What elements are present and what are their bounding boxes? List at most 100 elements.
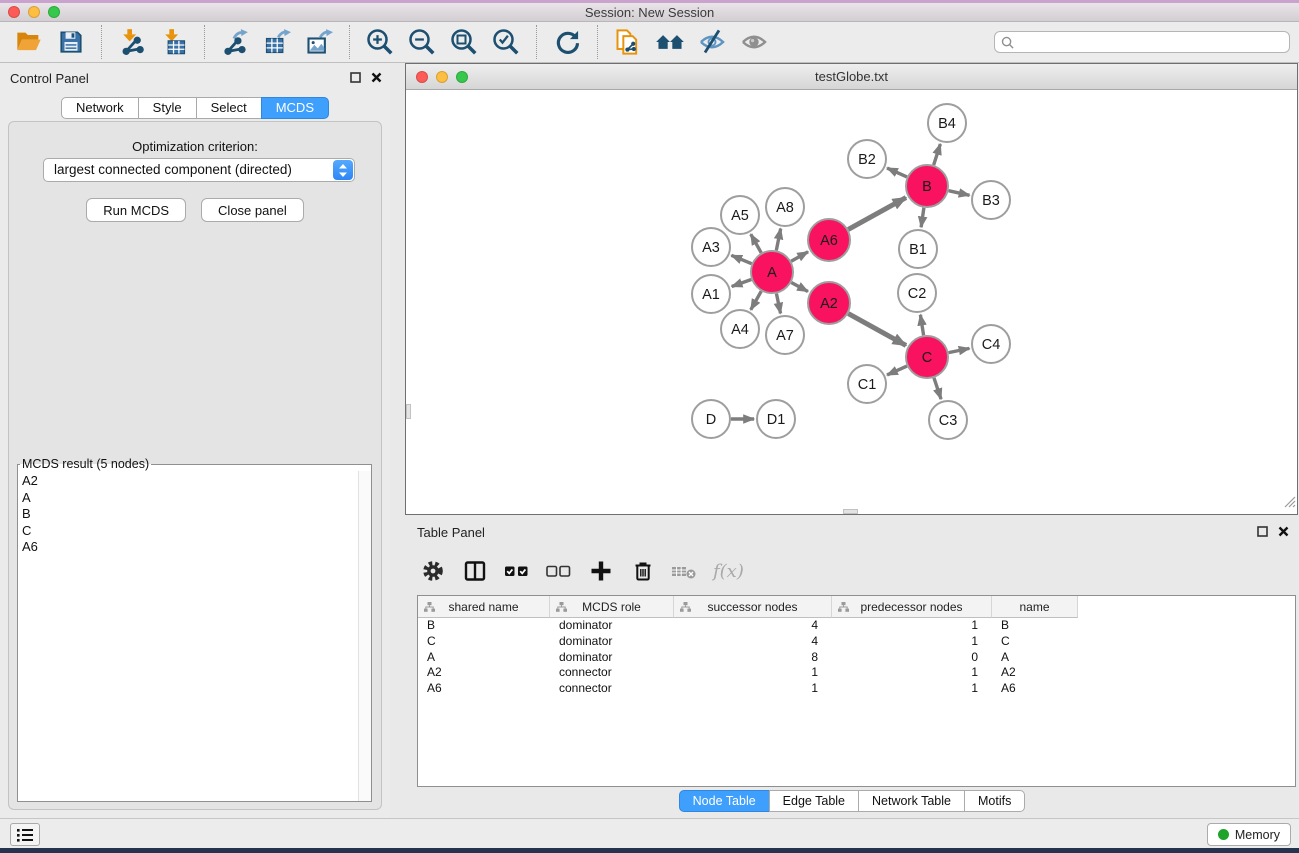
result-item[interactable]: C — [22, 523, 358, 540]
tab-select[interactable]: Select — [196, 97, 262, 119]
column-header-successor-nodes[interactable]: successor nodes — [674, 596, 832, 618]
zoom-selected-icon[interactable] — [490, 26, 522, 58]
tab-network[interactable]: Network — [61, 97, 139, 119]
table-cell[interactable]: A6 — [418, 681, 550, 697]
column-header-name[interactable]: name — [992, 596, 1078, 618]
tab-motifs[interactable]: Motifs — [964, 790, 1025, 812]
criterion-select[interactable]: largest connected component (directed) — [43, 158, 355, 182]
home-icon[interactable] — [654, 26, 686, 58]
table-cell[interactable]: B — [418, 618, 550, 634]
tab-network-table[interactable]: Network Table — [858, 790, 965, 812]
graph-edge-B-B2[interactable] — [887, 168, 907, 177]
bottom-splitter-handle[interactable] — [843, 509, 858, 514]
table-cell[interactable]: A — [992, 650, 1078, 666]
refresh-icon[interactable] — [551, 26, 583, 58]
network-canvas[interactable]: B4B2BB3A5A8A6A3AB1A1C2A2A4A7C4CC1DD1C3 — [406, 90, 1297, 514]
tab-edge-table[interactable]: Edge Table — [769, 790, 859, 812]
graph-edge-B-B3[interactable] — [948, 191, 969, 196]
table-header-row[interactable]: shared nameMCDS rolesuccessor nodesprede… — [418, 596, 1295, 618]
open-file-icon[interactable] — [13, 26, 45, 58]
export-network-icon[interactable] — [219, 26, 251, 58]
table-row[interactable]: Adominator80A — [418, 650, 1295, 666]
column-header-predecessor-nodes[interactable]: predecessor nodes — [832, 596, 992, 618]
hide-details-icon[interactable] — [696, 26, 728, 58]
graph-edge-C-C1[interactable] — [887, 366, 907, 375]
table-cell[interactable]: 1 — [832, 618, 992, 634]
network-window-titlebar[interactable]: testGlobe.txt — [406, 64, 1297, 90]
table-cell[interactable]: A — [418, 650, 550, 666]
minimize-view-icon[interactable] — [436, 71, 448, 83]
column-header-shared-name[interactable]: shared name — [418, 596, 550, 618]
deselect-all-icon[interactable] — [545, 557, 573, 585]
graph-edge-B-B4[interactable] — [934, 144, 941, 165]
table-cell[interactable]: 1 — [832, 665, 992, 681]
search-field[interactable] — [994, 31, 1290, 53]
graph-edge-A-A3[interactable] — [731, 255, 751, 263]
graph-edge-A-A2[interactable] — [791, 283, 808, 292]
import-table-icon[interactable] — [158, 26, 190, 58]
graph-edge-C-C4[interactable] — [949, 348, 970, 352]
zoom-fit-icon[interactable] — [448, 26, 480, 58]
run-mcds-button[interactable]: Run MCDS — [86, 198, 186, 222]
table-cell[interactable]: A6 — [992, 681, 1078, 697]
window-controls[interactable] — [8, 6, 60, 18]
table-cell[interactable]: 1 — [832, 634, 992, 650]
table-cell[interactable]: connector — [550, 681, 674, 697]
graph-edge-B-B1[interactable] — [921, 208, 924, 227]
add-icon[interactable] — [587, 557, 615, 585]
table-body[interactable]: Bdominator41BCdominator41CAdominator80AA… — [418, 618, 1295, 697]
float-panel-icon[interactable] — [350, 72, 361, 83]
table-cell[interactable]: A2 — [992, 665, 1078, 681]
table-cell[interactable]: 4 — [674, 634, 832, 650]
save-session-icon[interactable] — [55, 26, 87, 58]
graph-edge-A-A7[interactable] — [776, 294, 780, 314]
task-history-button[interactable] — [10, 823, 40, 846]
table-cell[interactable]: dominator — [550, 650, 674, 666]
left-splitter-handle[interactable] — [406, 404, 411, 419]
close-panel-icon[interactable] — [371, 72, 382, 83]
table-row[interactable]: Cdominator41C — [418, 634, 1295, 650]
column-header-MCDS-role[interactable]: MCDS role — [550, 596, 674, 618]
table-cell[interactable]: C — [992, 634, 1078, 650]
graph-edge-A6-B[interactable] — [848, 198, 906, 230]
result-scrollbar[interactable] — [358, 471, 371, 801]
graph-edge-A-A4[interactable] — [751, 291, 761, 310]
search-input[interactable] — [1014, 35, 1289, 50]
table-cell[interactable]: 1 — [674, 665, 832, 681]
table-cell[interactable]: B — [992, 618, 1078, 634]
node-table[interactable]: shared nameMCDS rolesuccessor nodesprede… — [417, 595, 1296, 787]
new-session-icon[interactable] — [612, 26, 644, 58]
table-cell[interactable]: C — [418, 634, 550, 650]
graph-edge-C-C3[interactable] — [934, 378, 941, 399]
graph-edge-A-A6[interactable] — [791, 252, 808, 261]
resize-grip-icon[interactable] — [1283, 495, 1296, 513]
result-item[interactable]: A — [22, 490, 358, 507]
float-table-panel-icon[interactable] — [1257, 526, 1268, 537]
tab-style[interactable]: Style — [138, 97, 197, 119]
graph-edge-A-A8[interactable] — [776, 229, 780, 251]
zoom-out-icon[interactable] — [406, 26, 438, 58]
zoom-view-icon[interactable] — [456, 71, 468, 83]
memory-button[interactable]: Memory — [1207, 823, 1291, 846]
show-details-icon[interactable] — [738, 26, 770, 58]
table-cell[interactable]: 1 — [674, 681, 832, 697]
graph-edge-A2-C[interactable] — [848, 314, 906, 346]
table-cell[interactable]: 8 — [674, 650, 832, 666]
zoom-in-icon[interactable] — [364, 26, 396, 58]
table-cell[interactable]: A2 — [418, 665, 550, 681]
delete-table-icon[interactable] — [671, 557, 699, 585]
tab-mcds[interactable]: MCDS — [261, 97, 329, 119]
select-all-icon[interactable] — [503, 557, 531, 585]
export-table-icon[interactable] — [261, 26, 293, 58]
column-icon[interactable] — [461, 557, 489, 585]
graph-edge-A-A1[interactable] — [732, 279, 752, 286]
gear-icon[interactable] — [419, 557, 447, 585]
close-panel-button[interactable]: Close panel — [201, 198, 304, 222]
zoom-window-icon[interactable] — [48, 6, 60, 18]
close-table-panel-icon[interactable] — [1278, 526, 1289, 537]
graph-edge-A-A5[interactable] — [751, 234, 761, 253]
table-cell[interactable]: dominator — [550, 618, 674, 634]
function-icon[interactable]: f(x) — [713, 561, 744, 582]
result-item[interactable]: A6 — [22, 539, 358, 556]
close-window-icon[interactable] — [8, 6, 20, 18]
